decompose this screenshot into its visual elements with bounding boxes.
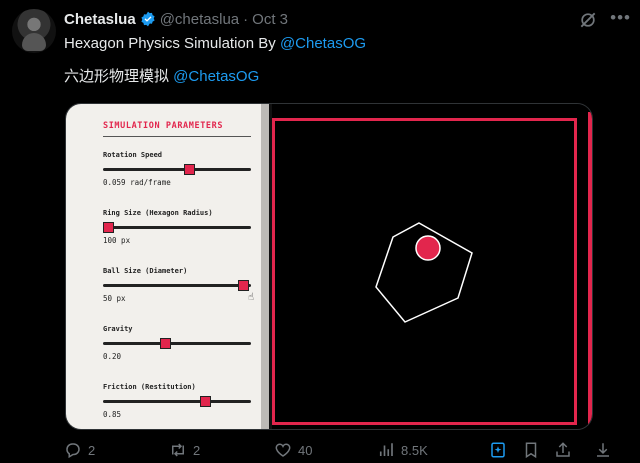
like-button[interactable]: 40 [274,438,312,462]
reply-button[interactable]: 2 [64,438,95,462]
view-count: 8.5K [401,442,428,458]
param-value: 0.20 [103,352,122,361]
grok-sparkle-icon [491,442,505,458]
user-handle[interactable]: @chetaslua [160,11,239,28]
more-options-icon[interactable]: ••• [610,8,631,28]
tweet-date[interactable]: Oct 3 [252,11,288,28]
slider-thumb[interactable] [238,280,249,291]
parameters-panel: SIMULATION PARAMETERS Rotation Speed 0.05… [66,104,264,429]
retweet-count: 2 [193,442,201,458]
param-label: Ball Size (Diameter) [103,267,188,275]
share-button[interactable] [554,438,572,462]
panel-divider [261,104,269,429]
display-name[interactable]: Chetaslua [64,11,136,28]
heart-icon [275,443,291,457]
param-slider[interactable] [103,164,251,175]
param-slider[interactable] [103,222,251,233]
media-video[interactable]: SIMULATION PARAMETERS Rotation Speed 0.05… [65,103,593,430]
share-icon [556,442,570,457]
reply-count: 2 [88,442,96,458]
slider-thumb[interactable] [200,396,211,407]
download-icon [597,443,609,457]
slider-thumb[interactable] [103,222,114,233]
param-value: 50 px [103,294,126,303]
slider-thumb[interactable] [184,164,195,175]
tweet-text-line-2: 六边形物理模拟 @ChetasOG [64,65,259,86]
param-value: 0.85 [103,410,122,419]
param-value: 100 px [103,236,131,245]
tweet-text-line-1: Hexagon Physics Simulation By @ChetasOG [64,35,366,52]
grok-analyze-button[interactable] [489,438,507,462]
bookmark-icon [525,442,537,459]
verified-badge-icon [140,11,156,27]
bouncing-ball [415,235,441,261]
mention-link[interactable]: @ChetasOG [280,35,366,52]
download-button[interactable] [594,438,612,462]
param-label: Friction (Restitution) [103,383,196,391]
param-slider[interactable] [103,280,251,291]
like-count: 40 [298,442,313,458]
param-slider[interactable] [103,396,251,407]
param-label: Ring Size (Hexagon Radius) [103,209,213,217]
slider-thumb[interactable] [160,338,171,349]
reply-icon [66,443,80,459]
separator-dot: · [243,10,249,28]
tweet-text: 六边形物理模拟 [64,68,174,85]
views-button[interactable]: 8.5K [377,438,428,462]
retweet-button[interactable]: 2 [169,438,200,462]
mention-link[interactable]: @ChetasOG [173,68,259,85]
retweet-icon [172,443,184,457]
title-divider [103,136,251,137]
tweet-text: Hexagon Physics Simulation By [64,35,280,52]
panel-title: SIMULATION PARAMETERS [103,121,224,131]
param-value: 0.059 rad/frame [103,178,171,187]
param-label: Rotation Speed [103,151,163,159]
grok-icon[interactable] [578,10,598,30]
param-label: Gravity [103,325,133,333]
bookmark-button[interactable] [522,438,540,462]
tweet-header: Chetaslua @chetaslua · Oct 3 [64,8,288,30]
simulation-drawing [375,222,473,323]
views-icon [379,443,393,456]
hand-cursor-icon: ☝ [248,292,255,303]
canvas-edge [588,112,592,429]
tweet-actions: 2 2 40 8.5K [64,438,616,462]
simulation-canvas[interactable] [272,104,592,429]
avatar[interactable] [12,9,56,53]
param-slider[interactable] [103,338,251,349]
